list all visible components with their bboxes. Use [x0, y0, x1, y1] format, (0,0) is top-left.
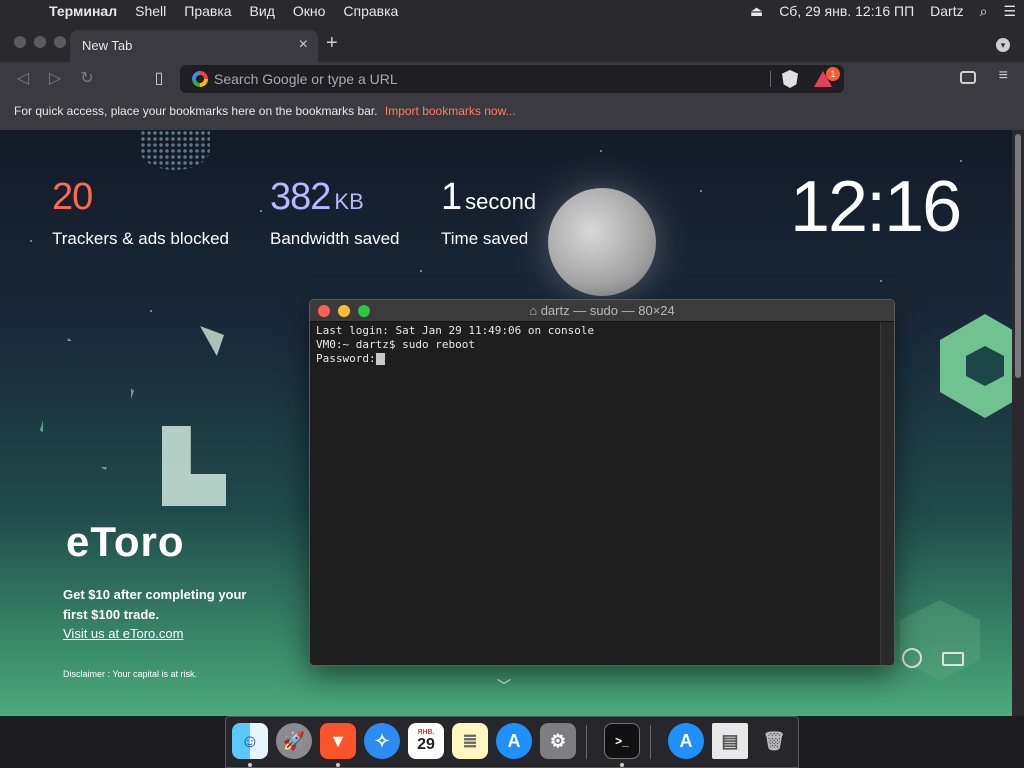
- bookmarks-bar: For quick access, place your bookmarks h…: [0, 96, 1024, 130]
- calendar-day: 29: [417, 735, 435, 753]
- rewards-badge: 1: [826, 67, 840, 81]
- menu-bar: Терминал Shell Правка Вид Окно Справка ⏏…: [0, 0, 1024, 22]
- calendar-month: ЯНВ.: [417, 728, 435, 736]
- forward-arrow-icon[interactable]: ▷: [44, 68, 66, 88]
- terminal-close-button[interactable]: [318, 305, 330, 317]
- dots-pattern-graphic: [140, 130, 210, 170]
- eject-icon[interactable]: ⏏: [742, 0, 771, 22]
- window-minimize-button[interactable]: [34, 36, 46, 48]
- dock: ☺ 🚀 ▼ ✧ ЯНВ. 29 ≣ A ⚙ >_ A ▤ 🗑: [225, 716, 799, 768]
- sponsor-disclaimer: Disclaimer : Your capital is at risk.: [63, 669, 198, 679]
- bandwidth-unit: KB: [334, 189, 364, 214]
- trackers-label: Trackers & ads blocked: [52, 229, 229, 248]
- eos-coin-graphic: [40, 338, 134, 470]
- trash-icon[interactable]: 🗑: [756, 723, 792, 759]
- terminal-output[interactable]: Last login: Sat Jan 29 11:49:06 on conso…: [310, 322, 894, 368]
- terminal-titlebar[interactable]: ⌂ dartz — sudo — 80×24: [310, 300, 894, 322]
- litecoin-graphic: [162, 426, 226, 506]
- document-icon[interactable]: ▤: [712, 723, 748, 759]
- hexagon-graphic: [900, 600, 980, 680]
- tab-search-chevron-icon[interactable]: ▾: [996, 38, 1010, 52]
- tab-strip: New Tab × + ▾: [0, 22, 1024, 62]
- omnibox-divider: [770, 71, 771, 87]
- sponsor-promo-text: Get $10 after completing your first $100…: [63, 587, 247, 622]
- brave-browser-icon[interactable]: ▼: [320, 723, 356, 759]
- address-bar[interactable]: 1: [180, 65, 844, 93]
- system-preferences-icon[interactable]: ⚙: [540, 723, 576, 759]
- menu-window[interactable]: Окно: [284, 0, 335, 22]
- terminal-app-icon[interactable]: >_: [604, 723, 640, 759]
- password-prompt: Password:: [316, 352, 376, 365]
- scrollbar-thumb[interactable]: [1015, 134, 1021, 378]
- safari-icon[interactable]: ✧: [364, 723, 400, 759]
- browser-menu-icon[interactable]: ≡: [999, 67, 1008, 85]
- import-bookmarks-link[interactable]: Import bookmarks now...: [385, 104, 516, 118]
- dock-separator: [586, 725, 587, 759]
- back-arrow-icon[interactable]: ◁: [12, 68, 34, 88]
- launchpad-icon[interactable]: 🚀: [276, 723, 312, 759]
- terminal-line-login: Last login: Sat Jan 29 11:49:06 on conso…: [316, 324, 595, 337]
- bookmarks-hint: For quick access, place your bookmarks h…: [14, 104, 378, 118]
- terminal-line-password: Password:: [316, 352, 888, 366]
- app-store-icon[interactable]: A: [496, 723, 532, 759]
- terminal-window[interactable]: ⌂ dartz — sudo — 80×24 Last login: Sat J…: [309, 299, 895, 666]
- menu-app-name[interactable]: Терминал: [40, 0, 126, 22]
- screen: Терминал Shell Правка Вид Окно Справка ⏏…: [0, 0, 1024, 768]
- terminal-zoom-button[interactable]: [358, 305, 370, 317]
- dock-separator-2: [650, 725, 651, 759]
- app-store-downloads-icon[interactable]: A: [668, 723, 704, 759]
- finder-icon[interactable]: ☺: [232, 723, 268, 759]
- new-tab-plus-icon[interactable]: +: [326, 32, 338, 55]
- finder-running-dot: [248, 763, 252, 767]
- tab-new-tab[interactable]: New Tab ×: [70, 30, 318, 62]
- google-icon: [192, 71, 208, 87]
- time-label: Time saved: [441, 229, 529, 248]
- bookmark-icon[interactable]: ▯: [148, 68, 170, 88]
- video-call-icon[interactable]: [942, 652, 964, 666]
- window-close-button[interactable]: [14, 36, 26, 48]
- wallet-icon[interactable]: [960, 71, 976, 84]
- menubar-clock[interactable]: Сб, 29 янв. 12:16 ПП: [771, 0, 922, 22]
- brave-running-dot: [336, 763, 340, 767]
- sponsor-link[interactable]: Visit us at eToro.com: [63, 626, 183, 641]
- small-crystal-graphic: [200, 326, 224, 356]
- notes-icon[interactable]: ≣: [452, 723, 488, 759]
- tab-title: New Tab: [82, 38, 133, 53]
- menu-help[interactable]: Справка: [334, 0, 407, 22]
- bandwidth-value: 382: [270, 176, 331, 218]
- brave-shields-icon[interactable]: [782, 70, 798, 88]
- browser-toolbar: ◁ ▷ ↻ ▯ 1 ≡: [0, 62, 1024, 96]
- time-value: 1: [441, 176, 462, 218]
- menu-edit[interactable]: Правка: [175, 0, 240, 22]
- stat-trackers: 20 Trackers & ads blocked: [52, 176, 229, 249]
- menu-shell[interactable]: Shell: [126, 0, 175, 22]
- trackers-count: 20: [52, 176, 93, 218]
- time-unit: second: [465, 189, 537, 214]
- home-icon: ⌂: [529, 303, 541, 318]
- history-icon[interactable]: [902, 648, 922, 668]
- spotlight-search-icon[interactable]: ⌕: [972, 0, 996, 22]
- stat-time: 1 second Time saved: [441, 176, 536, 249]
- terminal-scrollbar[interactable]: [880, 322, 894, 665]
- moon-graphic: [548, 188, 656, 296]
- terminal-title: dartz — sudo — 80×24: [540, 303, 675, 318]
- notification-center-icon[interactable]: ☰: [995, 0, 1024, 22]
- menu-view[interactable]: Вид: [241, 0, 284, 22]
- terminal-running-dot: [620, 763, 624, 767]
- page-scrollbar[interactable]: [1012, 130, 1024, 716]
- menubar-user[interactable]: Dartz: [922, 0, 971, 22]
- key-cursor-icon: [375, 353, 385, 365]
- calendar-icon[interactable]: ЯНВ. 29: [408, 723, 444, 759]
- window-zoom-button[interactable]: [54, 36, 66, 48]
- omnibox-input[interactable]: [214, 69, 764, 89]
- bandwidth-label: Bandwidth saved: [270, 229, 400, 248]
- terminal-minimize-button[interactable]: [338, 305, 350, 317]
- ntp-clock: 12:16: [790, 167, 962, 247]
- stat-bandwidth: 382 KB Bandwidth saved: [270, 176, 399, 249]
- reload-icon[interactable]: ↻: [76, 68, 98, 88]
- etoro-logo[interactable]: eToro: [66, 518, 185, 566]
- chevron-down-icon[interactable]: ﹀: [497, 676, 511, 696]
- tab-close-icon[interactable]: ×: [299, 36, 308, 54]
- terminal-line-command: VM0:~ dartz$ sudo reboot: [316, 338, 475, 351]
